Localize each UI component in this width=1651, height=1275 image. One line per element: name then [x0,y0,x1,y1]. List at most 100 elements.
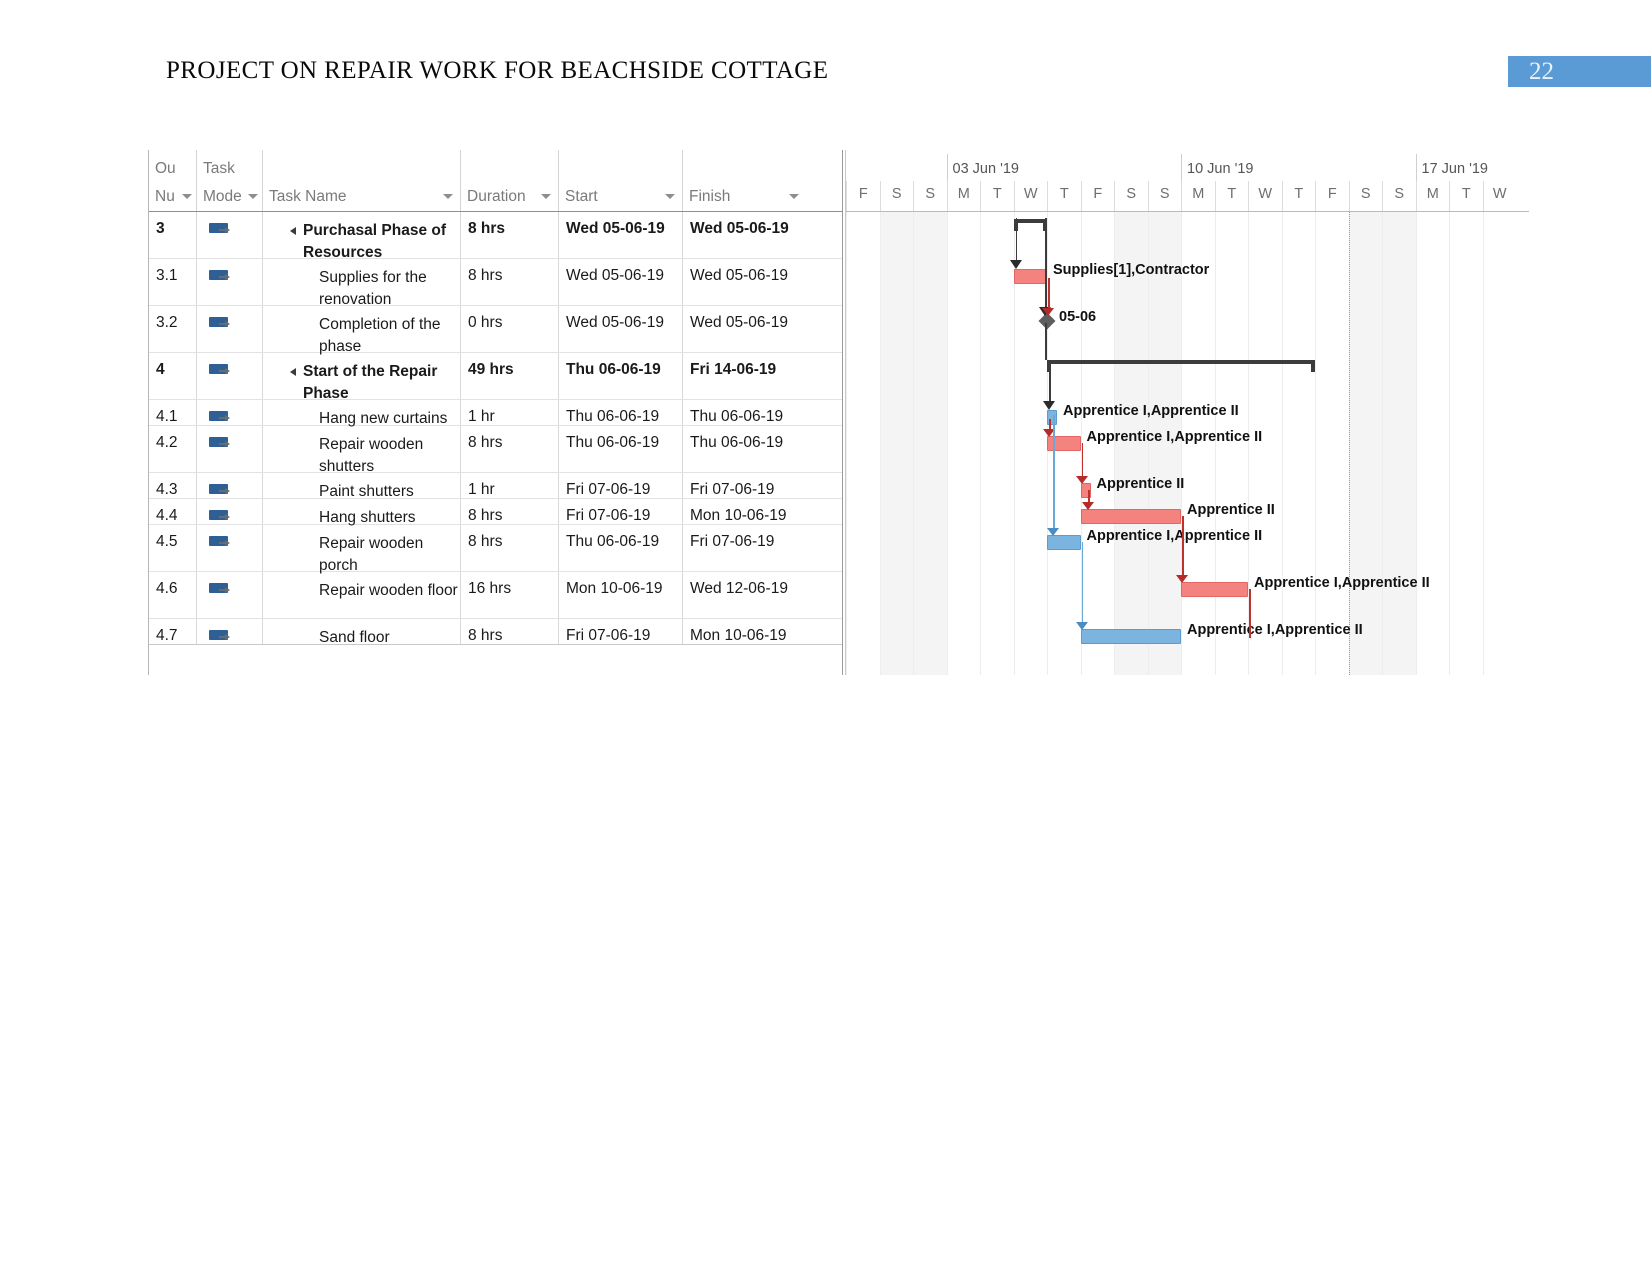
table-row[interactable]: 4.5 Repair wooden porch 8 hrs Thu 06-06-19 F… [149,525,842,574]
cell-task-name[interactable]: Supplies for the renovation [263,259,461,308]
cell-task-name[interactable]: Completion of the phase [263,306,461,355]
cell-task-mode[interactable] [197,499,263,524]
cell-outline-number: 4.7 [149,619,197,644]
dependency-arrow-icon [1009,260,1022,269]
chevron-down-icon[interactable] [182,194,192,199]
task-name-text: Completion of the phase [319,316,441,355]
task-name-text: Repair wooden shutters [319,436,424,475]
cell-start: Wed 05-06-19 [559,212,683,258]
timeline-gridline [1415,212,1417,675]
outline-number-label-line1: Ou [155,160,176,177]
dependency-arrow-icon [1082,502,1095,510]
cell-task-name[interactable]: Purchasal Phase of Resources [263,212,461,261]
auto-schedule-icon [209,536,233,549]
cell-task-mode[interactable] [197,212,263,258]
dependency-arrow-icon [1047,528,1059,536]
dependency-line [1015,218,1018,261]
collapse-triangle-icon[interactable] [290,227,296,235]
cell-task-name[interactable]: Start of the Repair Phase [263,353,461,402]
timeline-day-cell: S [1147,181,1182,211]
auto-schedule-icon [209,510,233,523]
cell-task-mode[interactable] [197,619,263,644]
cell-task-name[interactable]: Repair wooden floor [263,572,461,618]
timeline-day-cell: M [1415,181,1450,211]
dependency-line [1049,368,1051,402]
table-row[interactable]: 4.3 Paint shutters 1 hr Fri 07-06-19 Fri 07-… [149,473,842,500]
column-header-start[interactable]: Start [559,150,683,211]
cell-outline-number: 4.6 [149,572,197,618]
cell-outline-number: 4.5 [149,525,197,571]
table-row[interactable]: 3.1 Supplies for the renovation 8 hrs Wed 0… [149,259,842,308]
cell-task-name[interactable]: Sand floor [263,619,461,646]
table-row[interactable]: 4.6 Repair wooden floor 16 hrs Mon 10-06-19… [149,572,842,619]
auto-schedule-icon [209,583,233,596]
auto-schedule-icon [209,411,233,424]
column-header-task-mode[interactable]: Task Mode [197,150,263,211]
cell-task-mode[interactable] [197,426,263,472]
cell-task-mode[interactable] [197,400,263,425]
cell-duration: 49 hrs [461,353,559,399]
cell-start: Wed 05-06-19 [559,259,683,305]
cell-task-mode[interactable] [197,353,263,399]
timeline-day-cell: T [980,181,1014,211]
timeline-day-cell: T [1449,181,1483,211]
gantt-view: Ou Nu Task Mode Task Name Duration Start [148,150,1529,675]
cell-task-mode[interactable] [197,572,263,618]
timeline-day-cell: S [1348,181,1383,211]
timeline-day-cell: F [846,181,880,211]
chevron-down-icon[interactable] [248,194,258,199]
table-row[interactable]: 4.1 Hang new curtains 1 hr Thu 06-06-19 Thu … [149,400,842,427]
auto-schedule-icon [209,437,233,450]
table-row[interactable]: 4 Start of the Repair Phase 49 hrs Thu 06-0… [149,353,842,402]
cell-outline-number: 3.2 [149,306,197,352]
gantt-bar[interactable] [1013,269,1047,284]
cell-task-name[interactable]: Paint shutters [263,473,461,500]
timeline-day-cell: F [1315,181,1349,211]
column-header-task-name[interactable]: Task Name [263,150,461,211]
collapse-triangle-icon[interactable] [290,368,296,376]
task-name-text: Repair wooden floor [319,582,458,599]
cell-outline-number: 4.3 [149,473,197,498]
cell-task-name[interactable]: Repair wooden shutters [263,426,461,475]
cell-task-mode[interactable] [197,473,263,498]
gantt-bar[interactable] [1181,582,1248,597]
table-row[interactable]: 4.2 Repair wooden shutters 8 hrs Thu 06-06-… [149,426,842,475]
today-marker-line [1348,212,1350,675]
dependency-arrow-icon [1075,622,1088,630]
chevron-down-icon[interactable] [443,194,453,199]
task-mode-label-line2: Mode [203,188,242,205]
cell-task-mode[interactable] [197,306,263,352]
cell-task-name[interactable]: Hang new curtains [263,400,461,427]
chevron-down-icon[interactable] [541,194,551,199]
table-row[interactable]: 3.2 Completion of the phase 0 hrs Wed 05-06… [149,306,842,355]
cell-task-mode[interactable] [197,525,263,571]
timeline-week-label: 10 Jun '19 [1187,161,1254,177]
cell-task-name[interactable]: Hang shutters [263,499,461,526]
chevron-down-icon[interactable] [665,194,675,199]
gantt-bar[interactable] [1080,629,1181,644]
auto-schedule-icon [209,317,233,330]
timeline-day-cell: S [913,181,947,211]
cell-task-mode[interactable] [197,259,263,305]
cell-task-name[interactable]: Repair wooden porch [263,525,461,574]
gantt-bar-label: Apprentice I,Apprentice II [1063,403,1239,419]
column-header-duration[interactable]: Duration [461,150,559,211]
gantt-bar[interactable] [1080,509,1181,524]
dependency-line [1048,278,1050,309]
cell-outline-number: 4 [149,353,197,399]
dependency-line [1045,323,1047,360]
cell-start: Thu 06-06-19 [559,400,683,425]
gantt-summary-bar[interactable] [1013,219,1047,231]
table-row[interactable]: 4.4 Hang shutters 8 hrs Fri 07-06-19 Mon 10-… [149,499,842,526]
gantt-bar-label: Supplies[1],Contractor [1053,262,1210,278]
task-grid: Ou Nu Task Mode Task Name Duration Start [148,150,843,675]
column-header-outline-number[interactable]: Ou Nu [149,150,197,211]
cell-finish: Fri 07-06-19 [690,481,775,498]
gantt-bar-label: Apprentice I,Apprentice II [1086,528,1263,544]
table-row[interactable]: 4.7 Sand floor 8 hrs Fri 07-06-19 Mon 10-06-… [149,619,842,646]
table-row[interactable]: 3 Purchasal Phase of Resources 8 hrs Wed 05… [149,212,842,261]
column-header-finish[interactable]: Finish [683,150,842,211]
task-name-text: Start of the Repair Phase [303,363,438,402]
chevron-down-icon[interactable] [789,194,799,199]
gantt-bar[interactable] [1047,535,1081,550]
